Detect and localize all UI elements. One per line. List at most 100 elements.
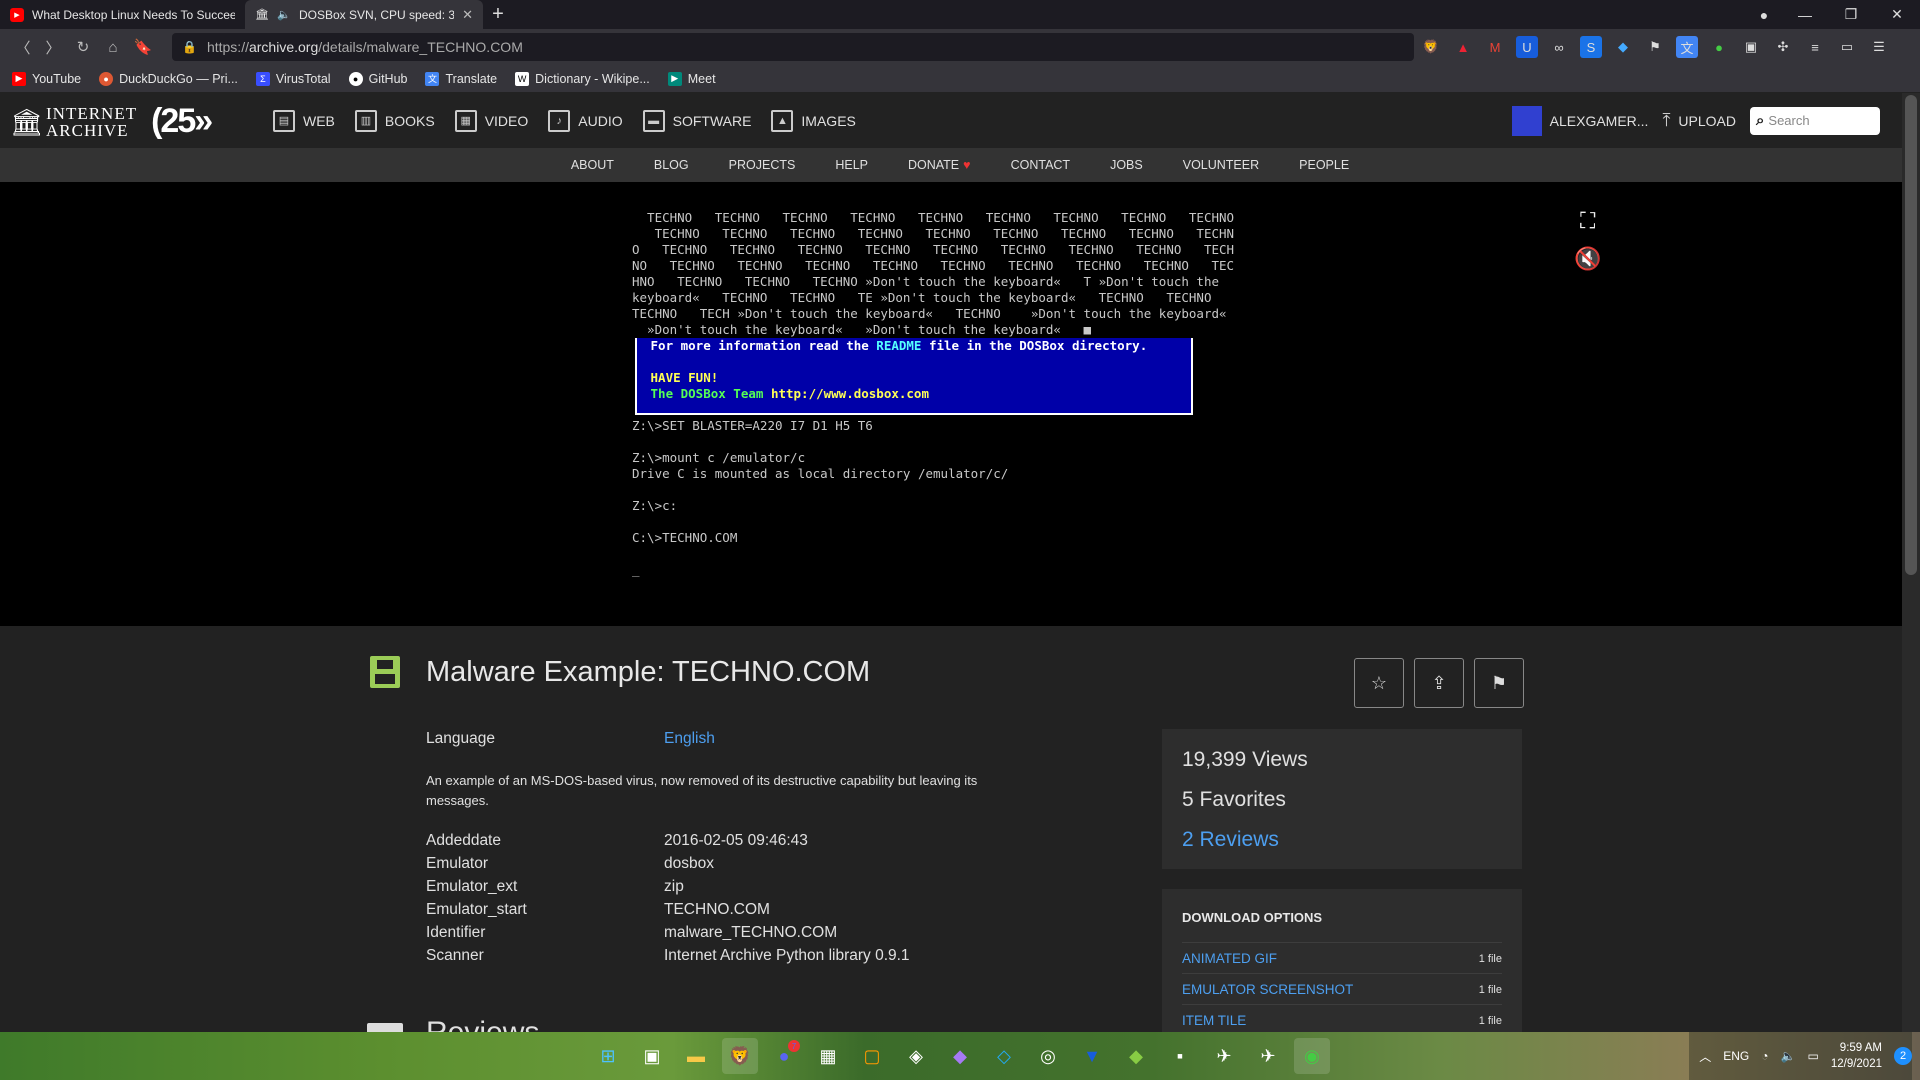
chrome-icon[interactable]: ◉ [1294, 1038, 1330, 1074]
reload-icon[interactable]: ↻ [68, 32, 98, 62]
forward-icon[interactable]: 〉 [38, 32, 68, 62]
start-icon[interactable]: ⊞ [590, 1038, 626, 1074]
tab-archive[interactable]: 🏛 🔈 DOSBox SVN, CPU speed: 3000 ✕ [245, 0, 483, 29]
subnav-volunteer[interactable]: VOLUNTEER [1183, 158, 1259, 172]
clock[interactable]: 9:59 AM 12/9/2021 [1831, 1040, 1882, 1072]
flag-extension-icon[interactable]: ⚑ [1644, 36, 1666, 58]
upload-button[interactable]: ⤒ UPLOAD [1662, 110, 1736, 131]
media-web[interactable]: ▤ WEB [273, 109, 335, 132]
media-software[interactable]: ▬ SOFTWARE [642, 109, 751, 132]
bitwarden-icon[interactable]: U [1516, 36, 1538, 58]
bitwarden-taskbar-icon[interactable]: ▼ [1074, 1038, 1110, 1074]
speaker-icon[interactable]: 🔈 [277, 8, 291, 22]
wallet-icon[interactable]: ▭ [1836, 36, 1858, 58]
minimize-icon[interactable]: — [1782, 7, 1828, 23]
s-extension-icon[interactable]: S [1580, 36, 1602, 58]
playlist-icon[interactable]: ≡ [1804, 36, 1826, 58]
screenshot-extension-icon[interactable]: ▣ [1740, 36, 1762, 58]
game-icon[interactable]: ✈ [1206, 1038, 1242, 1074]
bookmark-github[interactable]: ● GitHub [348, 71, 407, 86]
tab-title: DOSBox SVN, CPU speed: 3000 [299, 7, 455, 22]
store-icon[interactable]: ▦ [810, 1038, 846, 1074]
brave-rewards-icon[interactable]: ▲ [1452, 36, 1474, 58]
wifi-icon[interactable]: ◔ [1761, 1049, 1768, 1063]
menu-icon[interactable]: ☰ [1868, 36, 1890, 58]
bluestacks-icon[interactable]: ◆ [1118, 1038, 1154, 1074]
back-icon[interactable]: 〈 [8, 32, 38, 62]
bookmark-virustotal[interactable]: Σ VirusTotal [255, 71, 331, 86]
obs-icon[interactable]: ◎ [1030, 1038, 1066, 1074]
bookmark-icon[interactable]: 🔖 [128, 32, 158, 62]
subnav-donate[interactable]: DONATE ♥ [908, 158, 971, 172]
puzzle-icon[interactable]: ✣ [1772, 36, 1794, 58]
profile-icon[interactable]: ● [1746, 7, 1782, 23]
media-images[interactable]: ▲ IMAGES [771, 109, 856, 132]
brave-icon[interactable]: 🦁 [722, 1038, 758, 1074]
scrollbar-thumb[interactable] [1905, 95, 1917, 575]
bookmark-youtube[interactable]: ▶ YouTube [12, 71, 81, 86]
color-extension-icon[interactable]: ● [1708, 36, 1730, 58]
close-tab-icon[interactable]: ✕ [462, 7, 473, 23]
subnav-jobs[interactable]: JOBS [1110, 158, 1143, 172]
subnav-help[interactable]: HELP [835, 158, 868, 172]
language-indicator[interactable]: ENG [1723, 1049, 1749, 1063]
dos-line: C:\>TECHNO.COM [632, 530, 738, 545]
restore-icon[interactable]: ❐ [1828, 6, 1874, 23]
notification-badge[interactable]: 2 [1894, 1047, 1912, 1065]
subnav-people[interactable]: PEOPLE [1299, 158, 1349, 172]
home-icon[interactable]: ⌂ [98, 32, 128, 62]
software-floppy-icon [370, 656, 400, 688]
subnav-projects[interactable]: PROJECTS [729, 158, 796, 172]
visual-studio-icon[interactable]: ◆ [942, 1038, 978, 1074]
media-books[interactable]: ▥ BOOKS [354, 109, 435, 132]
bookmark-translate[interactable]: 文 Translate [425, 71, 497, 86]
media-audio[interactable]: ♪ AUDIO [548, 109, 623, 132]
translate-extension-icon[interactable]: 文 [1676, 36, 1698, 58]
page-scrollbar[interactable] [1902, 93, 1920, 1032]
emulator-canvas[interactable]: TECHNO TECHNO TECHNO TECHNO TECHNO TECHN… [0, 182, 1902, 626]
battery-icon[interactable]: ▭ [1807, 1049, 1818, 1063]
gmail-icon[interactable]: M [1484, 36, 1506, 58]
subnav-contact[interactable]: CONTACT [1011, 158, 1071, 172]
file-explorer-icon[interactable]: ▬ [678, 1038, 714, 1074]
app-icon[interactable]: ▪ [1162, 1038, 1198, 1074]
reviews-heading: Reviews [426, 1016, 539, 1032]
download-row[interactable]: ANIMATED GIF 1 file [1182, 942, 1502, 973]
media-video[interactable]: ▦ VIDEO [454, 109, 528, 132]
flag-button[interactable]: ⚑ [1474, 658, 1524, 708]
brave-shield-icon[interactable]: 🦁 [1420, 36, 1442, 58]
address-bar[interactable]: 🔒 https://archive.org/details/malware_TE… [172, 33, 1414, 61]
game2-icon[interactable]: ✈ [1250, 1038, 1286, 1074]
subnav-about[interactable]: ABOUT [571, 158, 614, 172]
ia-top-nav: 🏛 INTERNET ARCHIVE (25» ▤ WEB ▥ BOOKS ▦ VIDE… [0, 93, 1920, 148]
fullscreen-icon[interactable]: ⛶ [1580, 208, 1595, 234]
pin-extension-icon[interactable]: ◆ [1612, 36, 1634, 58]
close-window-icon[interactable]: ✕ [1874, 6, 1920, 23]
subnav-blog[interactable]: BLOG [654, 158, 689, 172]
vscode-icon[interactable]: ◇ [986, 1038, 1022, 1074]
favorite-button[interactable]: ☆ [1354, 658, 1404, 708]
search-input[interactable]: ⌕ Search [1750, 106, 1880, 135]
books-icon: ▥ [354, 109, 377, 132]
reviews-link[interactable]: 2 Reviews [1182, 828, 1279, 852]
tab-youtube[interactable]: ▶ What Desktop Linux Needs To Succee [0, 0, 245, 29]
tray-chevron-icon[interactable]: ︿ [1699, 1048, 1711, 1065]
windows-taskbar: ⊞ ▣ ▬ 🦁 ● 7 ▦ ▢ ◈ ◆ ◇ ◎ ▼ ◆ ▪ ✈ ✈ ◉ ︿ ENG… [0, 1032, 1920, 1080]
mute-icon[interactable]: 🔇 [1574, 246, 1601, 272]
language-link[interactable]: English [664, 730, 715, 748]
bookmark-wikipedia[interactable]: W Dictionary - Wikipe... [515, 71, 650, 86]
download-row[interactable]: EMULATOR SCREENSHOT 1 file [1182, 973, 1502, 1004]
new-tab-button[interactable]: + [483, 0, 513, 29]
bookmark-meet[interactable]: ▶ Meet [667, 71, 716, 86]
share-button[interactable]: ⇪ [1414, 658, 1464, 708]
discord-icon[interactable]: ● 7 [766, 1038, 802, 1074]
user-menu[interactable]: ALEXGAMER... [1511, 105, 1648, 136]
download-row[interactable]: ITEM TILE 1 file [1182, 1004, 1502, 1032]
office-icon[interactable]: ▢ [854, 1038, 890, 1074]
extension-icon[interactable]: ∞ [1548, 36, 1570, 58]
task-view-icon[interactable]: ▣ [634, 1038, 670, 1074]
volume-icon[interactable]: 🔈 [1781, 1049, 1796, 1063]
ia-logo[interactable]: 🏛 INTERNET ARCHIVE (25» [10, 102, 213, 141]
virtualbox-icon[interactable]: ◈ [898, 1038, 934, 1074]
bookmark-duckduckgo[interactable]: ● DuckDuckGo — Pri... [99, 71, 238, 86]
